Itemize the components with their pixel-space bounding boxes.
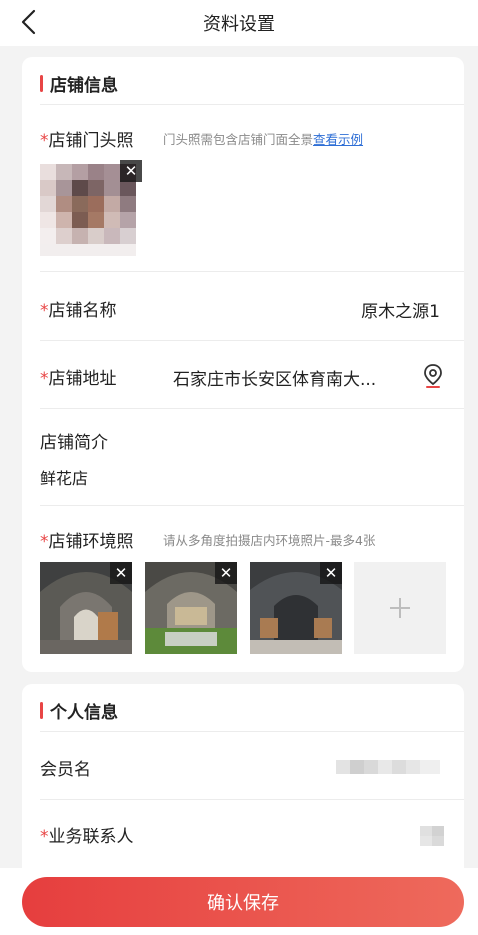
divider <box>40 799 464 800</box>
personal-info-card: 个人信息 会员名 *业务联系人 <box>22 684 464 884</box>
environment-photos-label-text: 店铺环境照 <box>48 532 134 552</box>
close-icon[interactable]: ✕ <box>320 562 342 584</box>
close-icon[interactable]: ✕ <box>215 562 237 584</box>
store-name-label: *店铺名称 <box>40 296 117 321</box>
divider <box>40 408 464 409</box>
location-pin-icon[interactable] <box>422 363 444 389</box>
store-intro-field[interactable]: 鲜花店 <box>40 465 88 489</box>
environment-photos-hint: 请从多角度拍摄店内环境照片-最多4张 <box>163 533 376 548</box>
confirm-save-button[interactable]: 确认保存 <box>22 877 464 927</box>
required-mark: * <box>40 827 49 847</box>
page-title: 资料设置 <box>203 14 275 35</box>
section-title: 店铺信息 <box>50 75 118 96</box>
store-address-label-text: 店铺地址 <box>48 369 117 389</box>
environment-photo-thumbnail[interactable]: ✕ <box>40 562 132 654</box>
section-accent-bar <box>40 701 43 719</box>
required-mark: * <box>40 369 49 389</box>
store-address-field[interactable]: 石家庄市长安区体育南大... <box>173 365 376 390</box>
business-contact-label-text: 业务联系人 <box>48 827 134 847</box>
storefront-photo-label: *店铺门头照 <box>40 126 134 151</box>
environment-photo-thumbnail[interactable]: ✕ <box>145 562 237 654</box>
nav-bar: 资料设置 <box>0 0 478 46</box>
divider <box>40 505 464 506</box>
storefront-photo-thumbnail[interactable]: ✕ <box>36 160 144 260</box>
store-info-header: 店铺信息 <box>40 71 118 96</box>
divider <box>40 104 464 105</box>
close-icon[interactable]: ✕ <box>110 562 132 584</box>
plus-icon-vertical <box>399 598 401 618</box>
storefront-photo-label-text: 店铺门头照 <box>48 131 134 151</box>
store-address-label: *店铺地址 <box>40 364 117 389</box>
personal-info-header: 个人信息 <box>40 698 118 723</box>
divider <box>40 271 464 272</box>
section-title: 个人信息 <box>50 702 118 723</box>
blurred-member-name <box>336 760 440 774</box>
store-name-field[interactable]: 原木之源1 <box>361 297 440 322</box>
business-contact-label: *业务联系人 <box>40 822 134 847</box>
divider <box>40 340 464 341</box>
blurred-business-contact <box>420 826 444 846</box>
required-mark: * <box>40 301 49 321</box>
member-name-label: 会员名 <box>40 760 91 780</box>
storefront-photo-hint: 门头照需包含店铺门面全景查看示例 <box>163 129 363 148</box>
environment-photos-label: *店铺环境照 <box>40 527 134 552</box>
divider <box>40 731 464 732</box>
environment-photo-thumbnail[interactable]: ✕ <box>250 562 342 654</box>
view-example-link[interactable]: 查看示例 <box>313 132 363 147</box>
section-accent-bar <box>40 74 43 92</box>
store-info-card: 店铺信息 *店铺门头照 门头照需包含店铺门面全景查看示例 ✕ *店铺名称 原木之… <box>22 57 464 672</box>
store-name-label-text: 店铺名称 <box>48 301 117 321</box>
close-icon[interactable]: ✕ <box>120 160 142 182</box>
store-intro-label: 店铺简介 <box>40 433 108 453</box>
required-mark: * <box>40 532 49 552</box>
storefront-hint-text: 门头照需包含店铺门面全景 <box>163 132 314 147</box>
add-photo-button[interactable] <box>354 562 446 654</box>
required-mark: * <box>40 131 49 151</box>
